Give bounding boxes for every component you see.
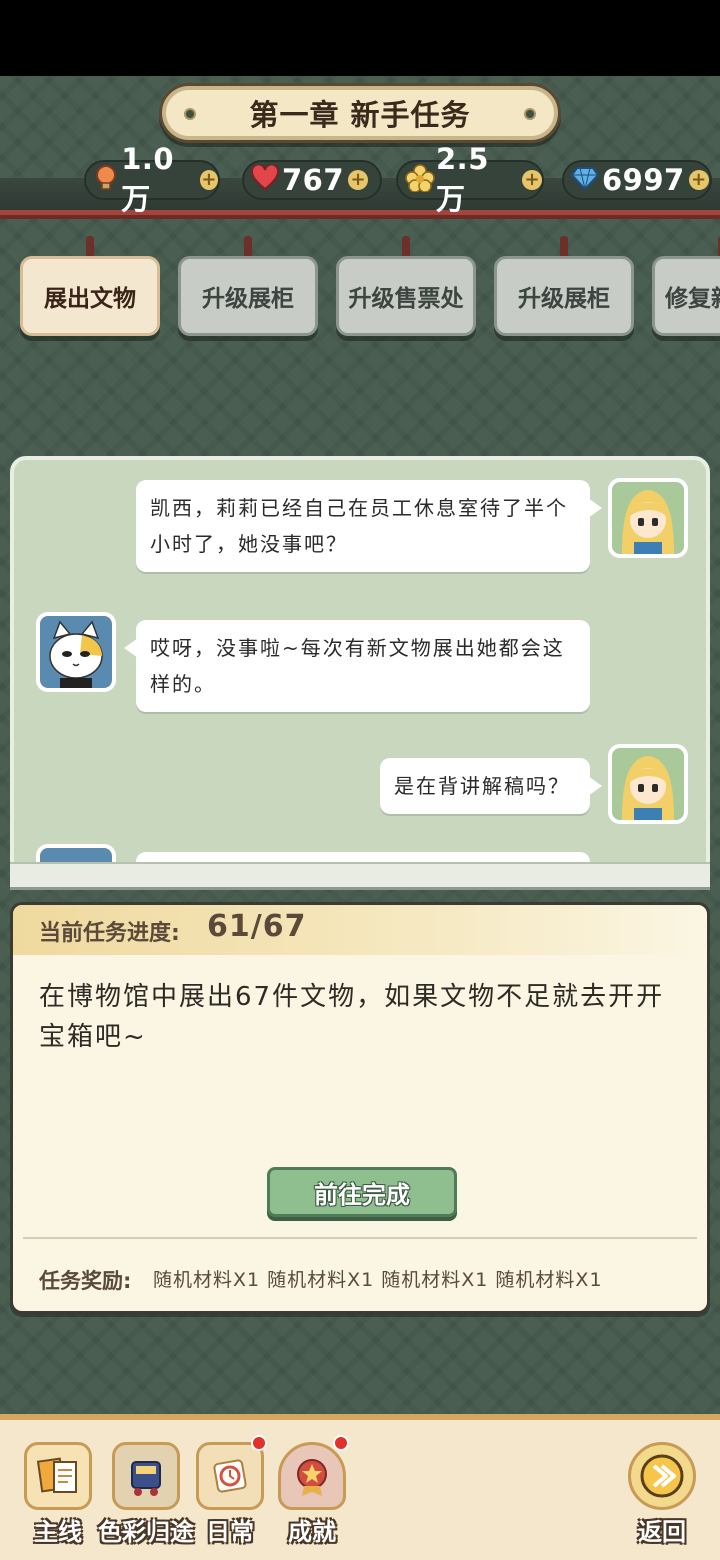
status-bar xyxy=(0,0,720,76)
return-arrow-icon xyxy=(628,1442,696,1510)
reward-label: 任务奖励: xyxy=(39,1269,132,1293)
currency-lightbulb[interactable]: 1.0万 + xyxy=(84,142,220,216)
nav-label: 返回 xyxy=(638,1518,686,1546)
nav-achievements[interactable]: 成就 xyxy=(272,1435,352,1558)
bottom-nav: 主线 色彩归途 日常 成就 返回 xyxy=(0,1414,720,1560)
train-icon xyxy=(112,1442,180,1510)
chat-text: 凯西，莉莉已经自己在员工休息室待了半个小时了，她没事吧？ xyxy=(150,496,568,556)
chat-text: 哎呀，没事啦~每次有新文物展出她都会这样的。 xyxy=(150,636,565,696)
currency-heart[interactable]: 767 + xyxy=(242,160,382,200)
tab-repair[interactable]: 修复新 xyxy=(652,236,720,346)
nav-color-journey[interactable]: 色彩归途 xyxy=(98,1442,194,1558)
task-description: 在博物馆中展出67件文物，如果文物不足就去开开宝箱吧~ xyxy=(39,982,665,1052)
diamond-icon xyxy=(570,166,600,195)
book-icon xyxy=(24,1442,92,1510)
reward-list: 随机材料X1 随机材料X1 随机材料X1 随机材料X1 xyxy=(153,1269,603,1291)
tab-label: 展出文物 xyxy=(20,256,160,336)
notification-badge xyxy=(251,1435,267,1451)
notification-badge xyxy=(333,1435,349,1451)
lightbulb-icon xyxy=(92,164,119,197)
chat-bubble: 是在背讲解稿吗？ xyxy=(380,758,602,814)
go-complete-button[interactable]: 前往完成 xyxy=(267,1167,457,1217)
tab-label: 修复新 xyxy=(652,256,720,336)
progress-label: 当前任务进度: xyxy=(39,921,180,946)
clock-icon xyxy=(196,1435,267,1510)
chapter-title-banner: 第一章 新手任务 xyxy=(162,86,558,140)
tab-upgrade-ticket-office[interactable]: 升级售票处 xyxy=(336,236,476,346)
divider xyxy=(23,1237,697,1239)
currency-value: 767 xyxy=(282,163,345,197)
chat-text: 是在背讲解稿吗？ xyxy=(394,774,570,798)
nav-daily[interactable]: 日常 xyxy=(190,1435,270,1558)
game-screen: 第一章 新手任务 1.0万 + 767 + 2.5万 + 6997 + 展出文物… xyxy=(0,0,720,1560)
nav-label: 主线 xyxy=(34,1518,82,1546)
dialogue-panel[interactable]: 凯西，莉莉已经自己在员工休息室待了半个小时了，她没事吧？ 哎呀，没事啦~每次有新… xyxy=(10,456,710,888)
nav-label: 成就 xyxy=(288,1518,336,1546)
tab-upgrade-cabinet-2[interactable]: 升级展柜 xyxy=(494,236,634,346)
add-plus-icon[interactable]: + xyxy=(522,170,542,190)
tab-label: 升级展柜 xyxy=(178,256,318,336)
currency-bar: 1.0万 + 767 + 2.5万 + 6997 + xyxy=(0,142,720,216)
flower-coin-icon xyxy=(404,163,435,197)
currency-value: 2.5万 xyxy=(436,142,489,216)
girl-avatar xyxy=(608,744,688,824)
chat-bubble: 哎呀，没事啦~每次有新文物展出她都会这样的。 xyxy=(124,620,590,712)
add-plus-icon[interactable]: + xyxy=(688,170,709,190)
banner-dot-left xyxy=(184,108,196,120)
add-plus-icon[interactable]: + xyxy=(348,170,369,190)
tab-upgrade-cabinet[interactable]: 升级展柜 xyxy=(178,236,318,346)
chapter-title: 第一章 新手任务 xyxy=(249,98,471,132)
add-plus-icon[interactable]: + xyxy=(199,170,218,190)
tab-exhibit-relics[interactable]: 展出文物 xyxy=(20,236,160,346)
cat-avatar xyxy=(36,612,116,692)
chat-bubble: 凯西，莉莉已经自己在员工休息室待了半个小时了，她没事吧？ xyxy=(136,480,602,572)
nav-main-story[interactable]: 主线 xyxy=(18,1442,98,1558)
medal-icon xyxy=(278,1435,349,1510)
currency-value: 1.0万 xyxy=(121,142,175,216)
girl-avatar xyxy=(608,478,688,558)
nav-return[interactable]: 返回 xyxy=(622,1442,702,1558)
tab-label: 升级展柜 xyxy=(494,256,634,336)
dialogue-panel-frame xyxy=(10,862,710,890)
banner-dot-right xyxy=(524,108,536,120)
heart-icon xyxy=(250,163,280,196)
task-panel: 当前任务进度: 61/67 在博物馆中展出67件文物，如果文物不足就去开开宝箱吧… xyxy=(10,902,710,1314)
currency-diamond[interactable]: 6997 + xyxy=(562,160,712,200)
progress-value: 61/67 xyxy=(207,909,307,944)
currency-value: 6997 xyxy=(602,163,685,197)
tab-label: 升级售票处 xyxy=(336,256,476,336)
currency-flower-coin[interactable]: 2.5万 + xyxy=(396,142,544,216)
